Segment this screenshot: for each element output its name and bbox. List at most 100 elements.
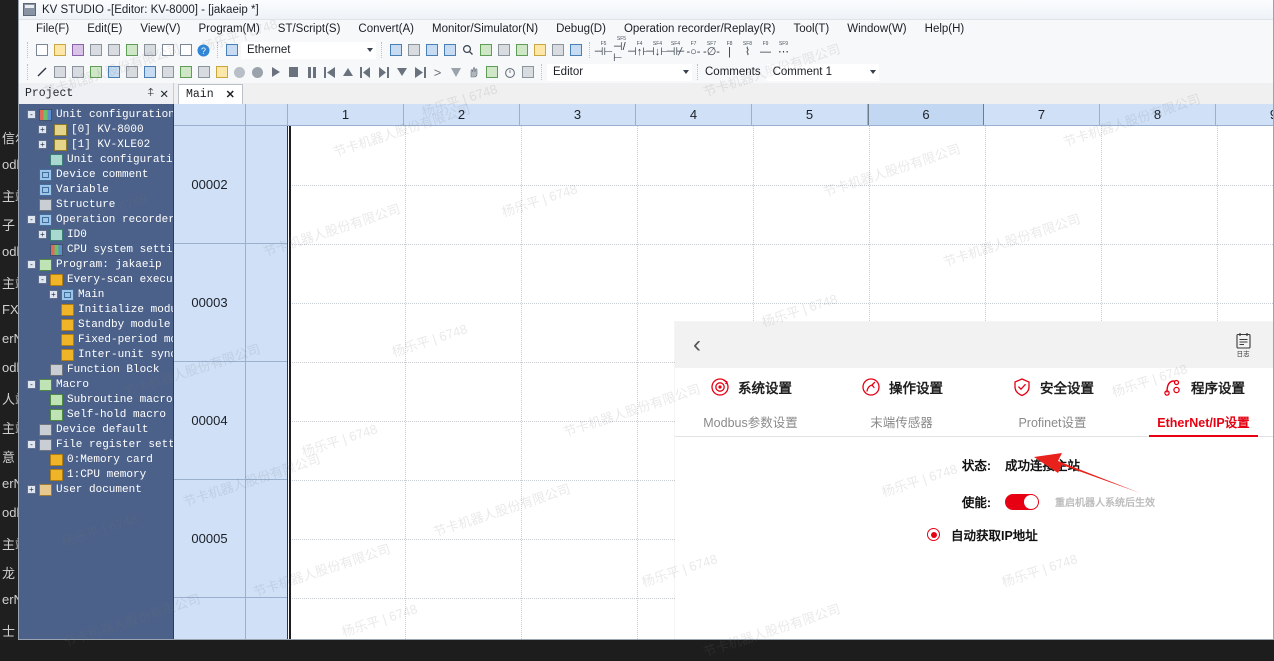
tree-node[interactable]: Standby module [19,317,173,332]
ladder-row-number[interactable]: 00004 [174,362,245,480]
play-button[interactable] [267,64,284,81]
tree-node[interactable]: -Operation recorder s [19,212,173,227]
tree-node[interactable]: +[0] KV-8000 [19,122,173,137]
tree-node[interactable]: -Unit configuration [19,107,173,122]
run-to-button[interactable]: > [429,64,446,81]
tree-node[interactable]: +Main [19,287,173,302]
tree-node[interactable]: Device comment [19,167,173,182]
radio-auto-ip-row[interactable]: 自动获取IP地址 [927,525,1273,544]
help-button[interactable]: ? [195,42,212,59]
ladder-column-9[interactable]: 9 [1216,104,1273,125]
tree-node[interactable]: CPU system setting [19,242,173,257]
tab-operation-settings[interactable]: 操作设置 [826,368,977,406]
upload-button[interactable] [159,64,176,81]
print-preview-button[interactable] [177,42,194,59]
export-button[interactable] [123,42,140,59]
comm-settings-icon[interactable] [223,42,240,59]
connection-combo[interactable]: Ethernet [241,42,376,59]
ladder-editor[interactable]: 123456789 00002000030000400005 ‹ [174,104,1273,639]
tree-node[interactable]: -Program: jakaeip [19,257,173,272]
comments-combo[interactable]: Comment 1 [767,64,879,81]
tree-node[interactable]: -Every-scan execut [19,272,173,287]
chevron-down-icon[interactable] [870,70,876,74]
stopwatch-button[interactable] [501,64,518,81]
chevron-down-icon[interactable] [683,70,689,74]
collapse-icon[interactable]: - [27,110,36,119]
pin-icon[interactable]: ⍏ [147,87,154,100]
replace-button[interactable] [477,42,494,59]
tree-node[interactable]: 0:Memory card [19,452,173,467]
contact-fall-button[interactable]: SF4⊣↓⊢ [649,42,666,58]
tree-node[interactable]: -Macro [19,377,173,392]
expand-icon[interactable]: + [38,140,47,149]
next-button[interactable] [375,64,392,81]
ladder-row-aux[interactable] [246,362,287,480]
expand-icon[interactable]: + [27,485,36,494]
close-icon[interactable]: ✕ [226,88,235,101]
tree-node[interactable]: Inter-unit sync m [19,347,173,362]
import-button[interactable] [105,42,122,59]
pause-button[interactable] [303,64,320,81]
tree-node[interactable]: Self-hold macro [19,407,173,422]
tree-node[interactable]: +User document [19,482,173,497]
tree-node[interactable]: +ID0 [19,227,173,242]
chart-button[interactable] [105,64,122,81]
unit-editor-button[interactable] [141,64,158,81]
vline-del-button[interactable]: SF8⌇ [739,42,756,58]
menu-item-edit[interactable]: Edit(E) [78,22,131,37]
tree-node[interactable]: Function Block [19,362,173,377]
ladder-row-aux[interactable] [246,126,287,244]
hand-tool-button[interactable] [465,64,482,81]
collapse-icon[interactable]: - [27,440,36,449]
print-button[interactable] [159,42,176,59]
copy-project-button[interactable] [141,42,158,59]
cross-reference-button[interactable] [495,42,512,59]
stack-button[interactable] [483,64,500,81]
stop-button[interactable] [285,64,302,81]
divide-button[interactable] [549,42,566,59]
hline-del-button[interactable]: SF9⋯ [775,42,792,58]
hline-button[interactable]: F9— [757,42,774,58]
subtab-profinet[interactable]: Profinet设置 [977,406,1128,436]
shape-button[interactable] [447,64,464,81]
tab-main[interactable]: Main ✕ [178,84,243,104]
vline-button[interactable]: F8| [721,42,738,58]
menu-item-convert[interactable]: Convert(A) [349,22,423,37]
expand-icon[interactable]: + [38,125,47,134]
contact-no-button[interactable]: F5⊣⊢ [595,42,612,58]
tree-node[interactable]: Fixed-period modu [19,332,173,347]
coil-inv-button[interactable]: SF7-∅- [703,42,720,58]
unit-monitor-button[interactable] [567,42,584,59]
save-all-button[interactable] [87,42,104,59]
subtab-ethernet-ip[interactable]: EtherNet/IP设置 [1128,406,1273,436]
ladder-column-5[interactable]: 5 [752,104,868,125]
record-stop-button[interactable] [231,64,248,81]
ladder-column-3[interactable]: 3 [520,104,636,125]
enable-toggle[interactable] [1005,494,1039,510]
device-list-button[interactable] [513,42,530,59]
ladder-row-number[interactable]: 00003 [174,244,245,362]
timer-chart-button[interactable] [177,64,194,81]
tree-node[interactable]: Device default [19,422,173,437]
radio-auto-ip[interactable] [927,528,940,541]
menu-item-help[interactable]: Help(H) [916,22,974,37]
menu-item-operation-recorder[interactable]: Operation recorder/Replay(R) [615,22,784,37]
tab-program-settings[interactable]: 程序设置 [1128,368,1273,406]
transfer-from-plc-button[interactable] [405,42,422,59]
menu-item-debug[interactable]: Debug(D) [547,22,615,37]
log-icon[interactable]: 日志 [1224,331,1262,358]
transfer-to-plc-button[interactable] [387,42,404,59]
record-button[interactable] [249,64,266,81]
prev-button[interactable] [357,64,374,81]
search-icon[interactable] [459,42,476,59]
script-edit-button[interactable] [87,64,104,81]
collapse-icon[interactable]: - [27,215,36,224]
bin-monitor-button[interactable] [519,64,536,81]
subtab-end-sensor[interactable]: 末端传感器 [826,406,977,436]
collapse-icon[interactable]: - [27,260,36,269]
expand-icon[interactable]: + [49,290,58,299]
tab-system-settings[interactable]: 系统设置 [675,368,826,406]
expand-icon[interactable]: + [38,230,47,239]
new-file-button[interactable] [33,42,50,59]
edit-mode-button[interactable] [33,64,50,81]
